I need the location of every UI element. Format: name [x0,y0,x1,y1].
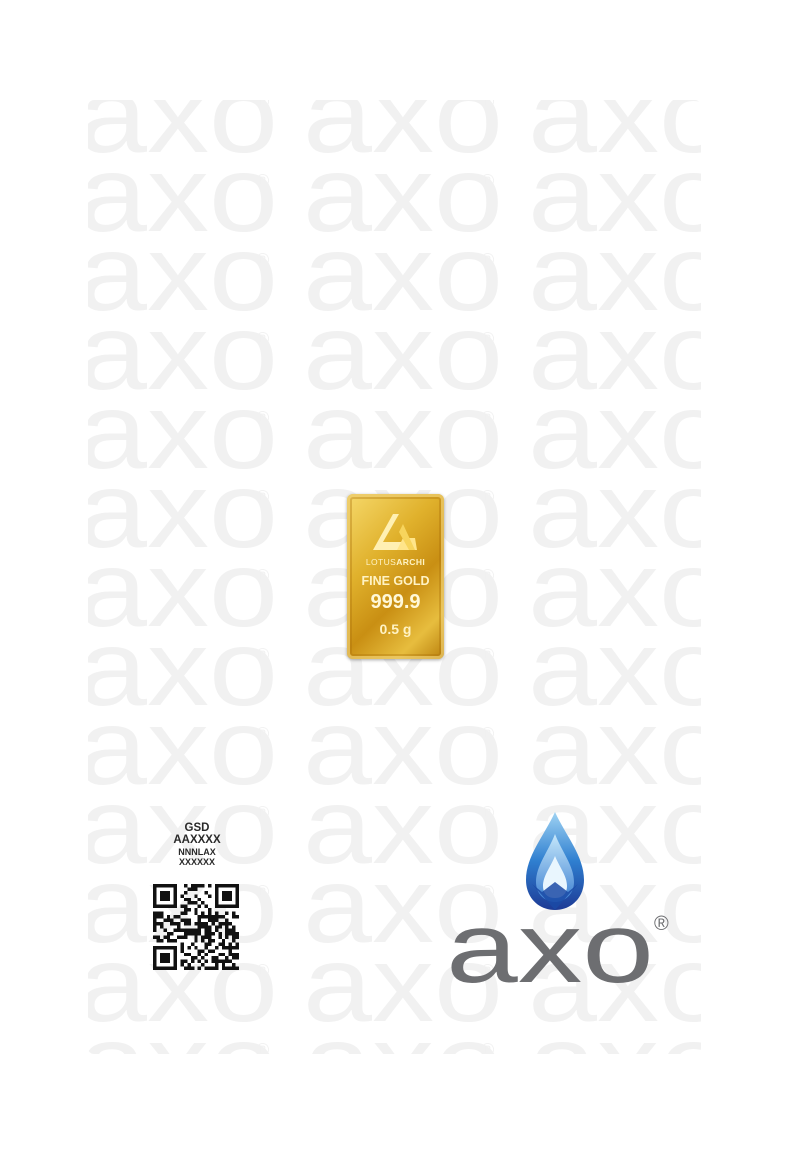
serial-line-1: GSD [184,822,210,834]
watermark-registered-mark: ® [481,250,494,270]
watermark-registered-mark: ® [256,100,269,112]
watermark-registered-mark: ® [256,724,269,744]
gold-bar: LOTUSARCHI FINE GOLD 999.9 0.5 g [347,494,444,659]
watermark-registered-mark: ® [256,803,269,823]
registered-mark: ® [654,913,669,935]
bar-brand: LOTUSARCHI [365,557,426,567]
axo-logo-text: axo [446,892,654,992]
watermark-registered-mark: ® [256,1040,269,1054]
serial-line-3: NNNLAX [178,847,216,857]
serial-block: GSD AAXXXX NNNLAX XXXXXX [152,822,242,867]
watermark-registered-mark: ® [256,408,269,428]
watermark-registered-mark: ® [481,1040,494,1054]
serial-line-4: XXXXXX [178,857,216,867]
watermark-registered-mark: ® [481,100,494,112]
watermark-registered-mark: ® [256,882,269,902]
watermark-registered-mark: ® [481,724,494,744]
watermark-registered-mark: ® [256,250,269,270]
watermark-word: axo [88,1002,278,1054]
watermark-registered-mark: ® [256,961,269,981]
watermark-registered-mark: ® [256,645,269,665]
watermark-registered-mark: ® [256,329,269,349]
qr-code-icon[interactable] [153,884,239,970]
watermark-registered-mark: ® [256,171,269,191]
watermark-registered-mark: ® [481,329,494,349]
serial-line-2: AAXXXX [173,834,221,846]
watermark-registered-mark: ® [481,408,494,428]
axo-logo: axo ® [446,812,669,992]
weight-value: 0.5 g [379,621,412,637]
watermark-registered-mark: ® [481,487,494,507]
watermark-registered-mark: ® [481,171,494,191]
watermark-word: axo [528,1002,701,1054]
watermark-registered-mark: ® [256,566,269,586]
watermark-registered-mark: ® [481,645,494,665]
fine-gold-label: FINE GOLD [361,574,430,588]
watermark-word: axo [303,1002,503,1054]
watermark-registered-mark: ® [256,487,269,507]
lotusarchi-logo-icon [373,514,417,550]
watermark-registered-mark: ® [481,566,494,586]
purity-value: 999.9 [370,591,421,613]
